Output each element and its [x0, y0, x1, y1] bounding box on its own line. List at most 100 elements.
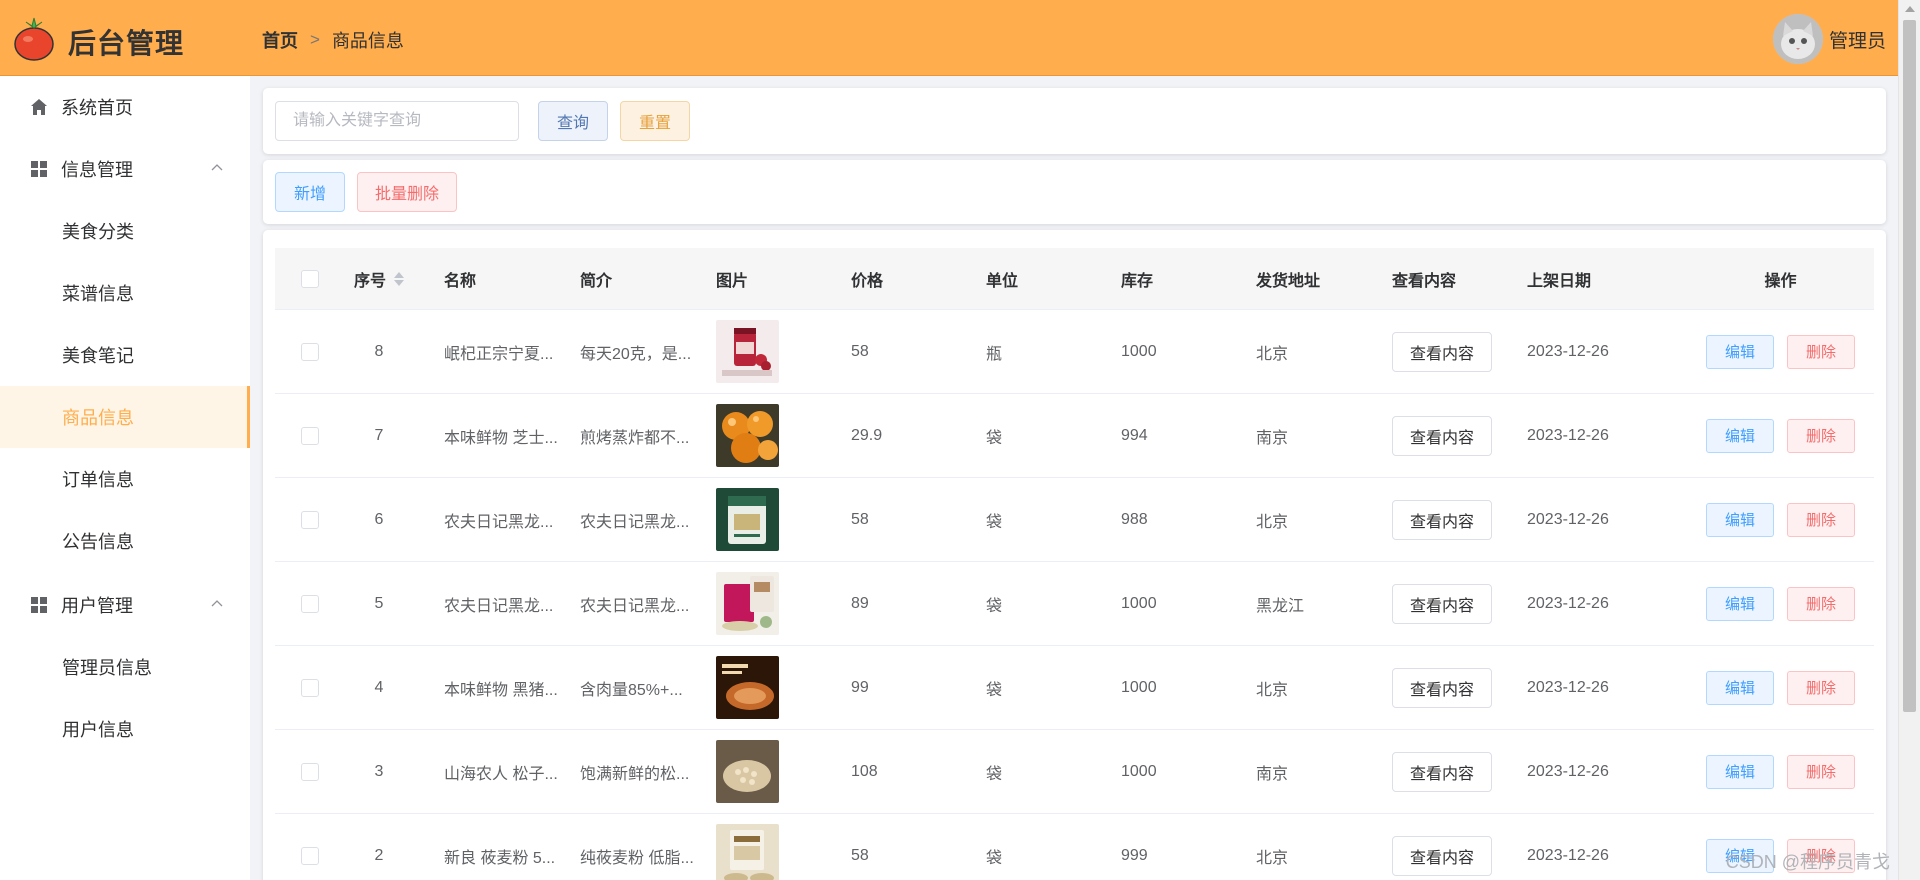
cell-name: 农夫日记黑龙...	[444, 597, 554, 615]
sidebar-item-admins[interactable]: 管理员信息	[0, 636, 250, 698]
table-row: 8 岷杞正宗宁夏... 每天20克，是... 58 瓶 1000 北京 查看内容 2023-12…	[275, 310, 1874, 394]
cell-date: 2023-12-26	[1527, 342, 1609, 360]
sidebar-item-notices[interactable]: 公告信息	[0, 510, 250, 572]
edit-button[interactable]: 编辑	[1706, 670, 1774, 705]
cell-date: 2023-12-26	[1527, 426, 1609, 444]
home-icon	[31, 99, 47, 115]
cat-avatar-icon	[1772, 14, 1823, 64]
column-header-address: 发货地址	[1256, 272, 1321, 290]
sort-icon[interactable]	[394, 271, 404, 286]
view-content-button[interactable]: 查看内容	[1392, 835, 1492, 876]
table-row: 4 本味鲜物 黑猪... 含肉量85%+... 99 袋 1000 北京 查看内容 2023-1…	[275, 646, 1874, 730]
breadcrumb-home[interactable]: 首页	[262, 27, 298, 53]
cell-name: 本味鲜物 芝士...	[444, 429, 558, 447]
cell-seq: 6	[374, 510, 384, 528]
sidebar-group-users[interactable]: 用户管理	[0, 574, 250, 636]
column-header-seq[interactable]: 序号	[339, 248, 419, 309]
edit-button[interactable]: 编辑	[1706, 502, 1774, 537]
product-image[interactable]	[716, 404, 779, 467]
row-checkbox[interactable]	[301, 762, 319, 781]
reset-button[interactable]: 重置	[620, 101, 690, 141]
sidebar-item-orders[interactable]: 订单信息	[0, 448, 250, 510]
table-body: 8 岷杞正宗宁夏... 每天20克，是... 58 瓶 1000 北京 查看内容 2023-12…	[275, 310, 1874, 880]
cell-unit: 袋	[986, 681, 1003, 699]
cell-view: 查看内容	[1392, 730, 1527, 813]
scroll-up-arrow-icon[interactable]	[1905, 6, 1915, 12]
table-row: 6 农夫日记黑龙... 农夫日记黑龙... 58 袋 988 北京 查看内容 2023-12-2…	[275, 478, 1874, 562]
page-scrollbar[interactable]	[1898, 0, 1920, 880]
product-image[interactable]	[716, 572, 779, 635]
row-checkbox[interactable]	[301, 678, 319, 697]
cell-price: 108	[851, 762, 878, 780]
delete-button[interactable]: 删除	[1787, 670, 1855, 705]
edit-button[interactable]: 编辑	[1706, 418, 1774, 453]
edit-button[interactable]: 编辑	[1706, 754, 1774, 789]
sidebar-item-label: 美食笔记	[62, 346, 134, 366]
cell-name: 新良 莜麦粉 5...	[444, 849, 556, 867]
grid-icon	[31, 597, 47, 613]
row-checkbox[interactable]	[301, 426, 319, 445]
product-image[interactable]	[716, 320, 779, 383]
sidebar-group-info[interactable]: 信息管理	[0, 138, 250, 200]
batch-delete-button[interactable]: 批量删除	[357, 172, 457, 212]
view-content-button[interactable]: 查看内容	[1392, 415, 1492, 456]
delete-button[interactable]: 删除	[1787, 334, 1855, 369]
table-row: 5 农夫日记黑龙... 农夫日记黑龙... 89 袋 1000 黑龙江 查看内容 2023-12…	[275, 562, 1874, 646]
row-checkbox[interactable]	[301, 594, 319, 613]
cell-address: 南京	[1256, 765, 1289, 783]
sidebar-group-label: 用户管理	[61, 596, 133, 616]
cell-view: 查看内容	[1392, 478, 1527, 561]
row-checkbox[interactable]	[301, 846, 319, 865]
user-menu[interactable]: 管理员	[1772, 14, 1886, 64]
cell-seq: 5	[374, 594, 384, 612]
search-input[interactable]	[275, 101, 519, 141]
row-checkbox[interactable]	[301, 342, 319, 361]
cell-actions: 编辑 删除	[1687, 478, 1874, 561]
app-title: 后台管理	[68, 28, 185, 59]
delete-button[interactable]: 删除	[1787, 586, 1855, 621]
delete-button[interactable]: 删除	[1787, 502, 1855, 537]
edit-button[interactable]: 编辑	[1706, 334, 1774, 369]
cell-stock: 1000	[1121, 762, 1157, 780]
cell-desc: 煎烤蒸炸都不...	[580, 429, 690, 447]
sidebar-item-home[interactable]: 系统首页	[0, 76, 250, 138]
product-image[interactable]	[716, 656, 779, 719]
watermark: CSDN @程序员青戈	[1725, 852, 1890, 872]
sidebar-item-products[interactable]: 商品信息	[0, 386, 250, 448]
select-all-checkbox[interactable]	[301, 269, 319, 288]
sidebar-item-food-notes[interactable]: 美食笔记	[0, 324, 250, 386]
product-image[interactable]	[716, 824, 779, 880]
cell-date: 2023-12-26	[1527, 678, 1609, 696]
product-image[interactable]	[716, 488, 779, 551]
query-button[interactable]: 查询	[538, 101, 608, 141]
column-header-price: 价格	[851, 272, 884, 290]
sidebar-item-users[interactable]: 用户信息	[0, 698, 250, 760]
cell-address: 南京	[1256, 429, 1289, 447]
avatar[interactable]	[1772, 14, 1823, 64]
row-checkbox[interactable]	[301, 510, 319, 529]
delete-button[interactable]: 删除	[1787, 418, 1855, 453]
sidebar-item-recipes[interactable]: 菜谱信息	[0, 262, 250, 324]
column-header-view: 查看内容	[1392, 272, 1457, 290]
add-button[interactable]: 新增	[275, 172, 345, 212]
sidebar-item-label: 美食分类	[62, 222, 134, 242]
scrollbar-thumb[interactable]	[1903, 20, 1916, 712]
view-content-button[interactable]: 查看内容	[1392, 499, 1492, 540]
table-row: 7 本味鲜物 芝士... 煎烤蒸炸都不... 29.9 袋 994 南京 查看内容 2023-1…	[275, 394, 1874, 478]
view-content-button[interactable]: 查看内容	[1392, 583, 1492, 624]
delete-button[interactable]: 删除	[1787, 754, 1855, 789]
cell-price: 29.9	[851, 426, 883, 444]
view-content-button[interactable]: 查看内容	[1392, 751, 1492, 792]
user-name[interactable]: 管理员	[1829, 26, 1886, 53]
view-content-button[interactable]: 查看内容	[1392, 331, 1492, 372]
grid-icon	[31, 161, 47, 177]
cell-address: 北京	[1256, 345, 1289, 363]
sidebar-item-food-category[interactable]: 美食分类	[0, 200, 250, 262]
cell-view: 查看内容	[1392, 394, 1527, 477]
edit-button[interactable]: 编辑	[1706, 586, 1774, 621]
cell-date: 2023-12-26	[1527, 510, 1609, 528]
view-content-button[interactable]: 查看内容	[1392, 667, 1492, 708]
cell-image	[716, 730, 851, 813]
product-image[interactable]	[716, 740, 779, 803]
tomato-logo-icon	[14, 17, 54, 61]
